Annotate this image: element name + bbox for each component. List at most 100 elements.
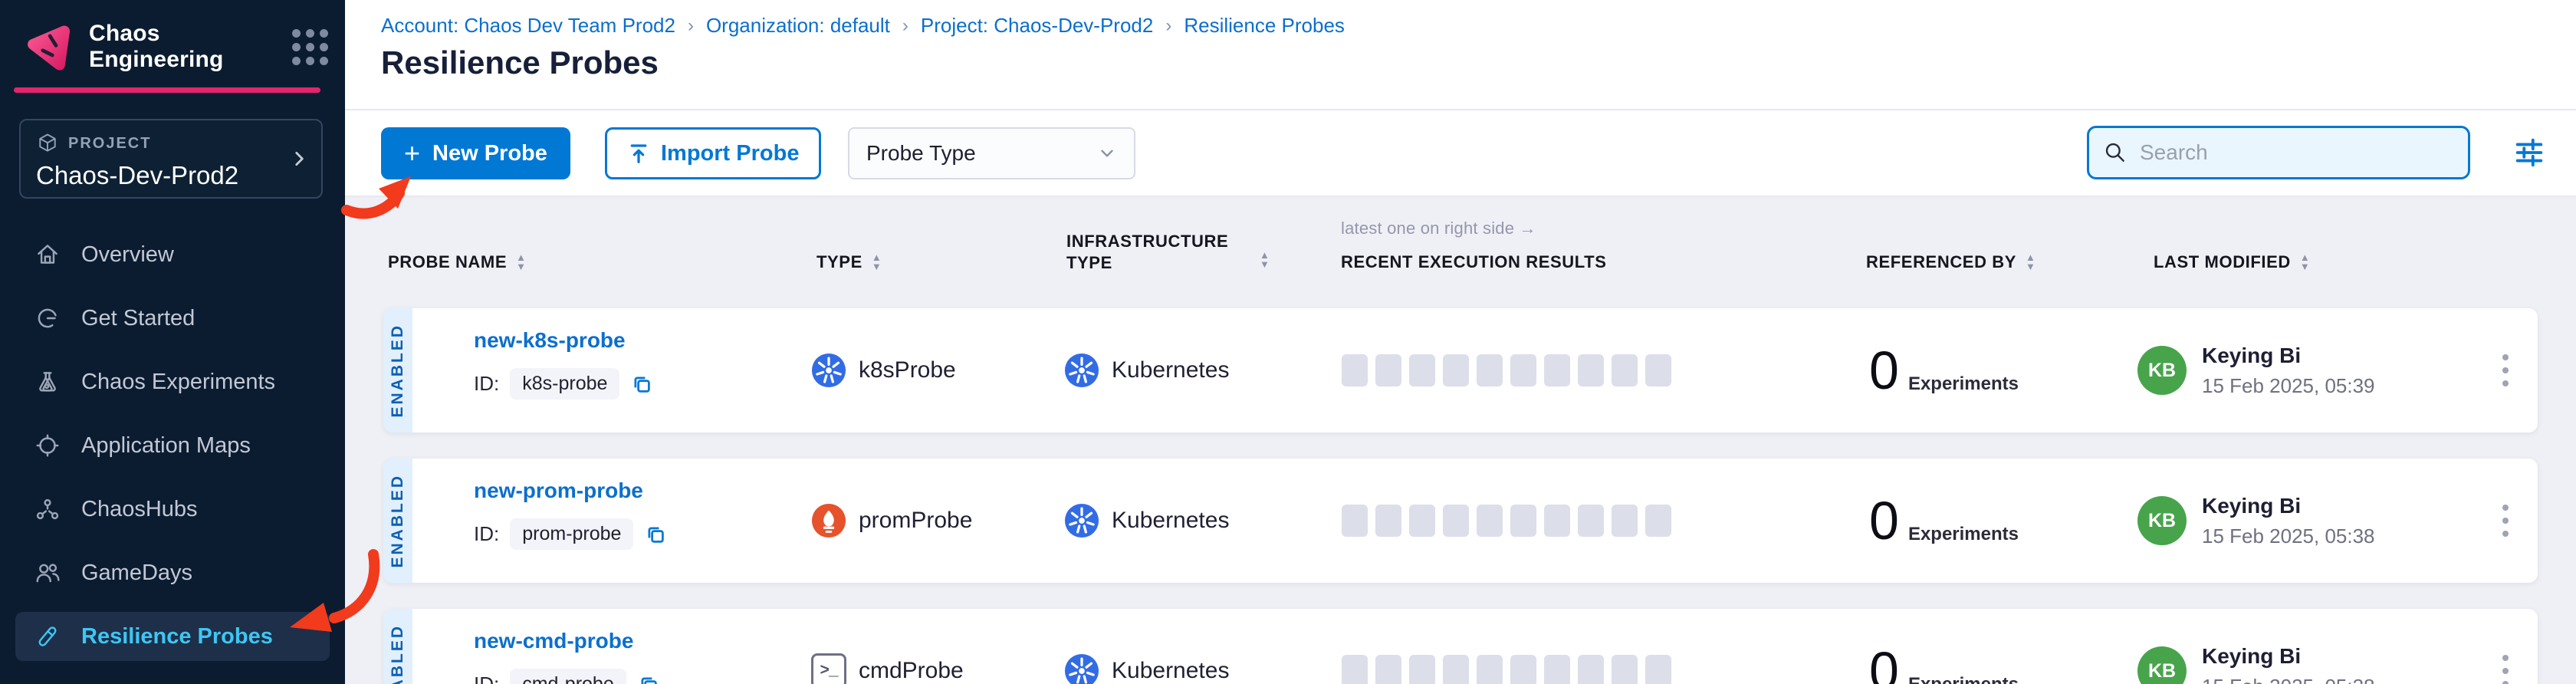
result-placeholder (1645, 354, 1671, 386)
result-placeholder (1612, 354, 1638, 386)
toolbar: + New Probe Import Probe Probe Type (345, 110, 2576, 197)
terminal-icon: >_ (811, 653, 846, 684)
sort-icon: ▲▼ (2026, 253, 2036, 272)
sidebar-item-get-started[interactable]: Get Started (15, 294, 330, 343)
chaos-engineering-app: Chaos Engineering PROJECT Chaos-Dev-Prod… (0, 0, 2576, 684)
column-header-type[interactable]: TYPE▲▼ (816, 252, 882, 272)
probe-row-new-cmd-probe[interactable]: ENABLED new-cmd-probe ID: cmd-probe >_ c… (383, 609, 2538, 684)
sidebar-item-application-maps[interactable]: Application Maps (15, 421, 330, 470)
avatar: KB (2137, 496, 2187, 545)
result-placeholder (1578, 354, 1604, 386)
breadcrumb-current[interactable]: Resilience Probes (1184, 14, 1345, 38)
recent-execution-results (1342, 354, 1671, 386)
search-icon (2103, 140, 2128, 165)
sort-icon: ▲▼ (1260, 251, 1270, 274)
probe-name-link[interactable]: new-k8s-probe (474, 328, 626, 352)
prometheus-icon (811, 503, 846, 538)
sidebar-item-chaoshubs[interactable]: ChaosHubs (15, 485, 330, 534)
column-header-referenced-by[interactable]: REFERENCED BY▲▼ (1866, 252, 2036, 272)
status-badge: ENABLED (383, 609, 412, 684)
chaos-engineering-logo-icon (20, 21, 75, 72)
sort-icon: ▲▼ (516, 253, 526, 272)
project-selector[interactable]: PROJECT Chaos-Dev-Prod2 (19, 119, 323, 199)
breadcrumb-organization[interactable]: Organization: default (706, 14, 890, 38)
column-header-last-modified[interactable]: LAST MODIFIED▲▼ (2154, 252, 2310, 272)
copy-icon[interactable] (637, 673, 660, 684)
kubernetes-icon (1064, 653, 1099, 684)
copy-icon[interactable] (644, 523, 667, 546)
status-badge: ENABLED (383, 308, 412, 432)
brand-accent-line (14, 87, 320, 93)
flask-icon (34, 368, 61, 396)
network-icon (34, 495, 61, 523)
page-header: Account: Chaos Dev Team Prod2 › Organiza… (345, 0, 2576, 110)
referenced-by: 0 Experiments (1869, 609, 2019, 684)
page-title: Resilience Probes (381, 44, 659, 81)
brand-name: Chaos Engineering (89, 21, 278, 73)
row-menu-button[interactable] (2493, 345, 2518, 396)
sidebar-item-gamedays[interactable]: GameDays (15, 548, 330, 597)
referenced-by: 0 Experiments (1869, 308, 2019, 432)
result-placeholder (1477, 354, 1503, 386)
id-label: ID: (474, 372, 499, 396)
project-name: Chaos-Dev-Prod2 (36, 161, 306, 190)
results-annotation: latest one on right side → (1341, 219, 1536, 238)
column-header-probe-name[interactable]: PROBE NAME▲▼ (388, 252, 527, 272)
result-placeholder (1544, 655, 1570, 684)
referenced-by: 0 Experiments (1869, 459, 2019, 583)
search-box (2087, 126, 2470, 179)
probe-id-chip: cmd-probe (510, 669, 626, 684)
kubernetes-icon (811, 353, 846, 388)
column-header-infrastructure-type[interactable]: INFRASTRUCTURE TYPE▲▼ (1066, 231, 1270, 274)
result-placeholder (1510, 655, 1536, 684)
search-input[interactable] (2138, 140, 2454, 166)
result-placeholder (1612, 655, 1638, 684)
result-placeholder (1409, 655, 1435, 684)
probe-type-dropdown[interactable]: Probe Type (848, 127, 1135, 179)
probe-id-chip: k8s-probe (510, 368, 619, 400)
copy-icon[interactable] (630, 373, 653, 396)
status-badge: ENABLED (383, 459, 412, 583)
kubernetes-icon (1064, 503, 1099, 538)
probe-name-link[interactable]: new-cmd-probe (474, 629, 633, 653)
result-placeholder (1544, 505, 1570, 537)
sidebar-item-overview[interactable]: Overview (15, 230, 330, 279)
result-placeholder (1544, 354, 1570, 386)
probe-row-new-prom-probe[interactable]: ENABLED new-prom-probe ID: prom-probe pr… (383, 459, 2538, 583)
result-placeholder (1510, 354, 1536, 386)
home-icon (34, 241, 61, 268)
row-menu-button[interactable] (2493, 495, 2518, 546)
sidebar-item-chaos-experiments[interactable]: Chaos Experiments (15, 357, 330, 406)
result-placeholder (1645, 505, 1671, 537)
avatar: KB (2137, 646, 2187, 684)
sort-icon: ▲▼ (2300, 253, 2310, 272)
result-placeholder (1342, 354, 1368, 386)
probe-row-new-k8s-probe[interactable]: ENABLED new-k8s-probe ID: k8s-probe k8sP… (383, 308, 2538, 432)
breadcrumb-project[interactable]: Project: Chaos-Dev-Prod2 (921, 14, 1153, 38)
sidebar-item-resilience-probes[interactable]: Resilience Probes (15, 612, 330, 661)
probes-table: latest one on right side → PROBE NAME▲▼ … (345, 197, 2576, 684)
test-tube-icon (34, 623, 61, 650)
result-placeholder (1443, 655, 1469, 684)
breadcrumb: Account: Chaos Dev Team Prod2 › Organiza… (381, 14, 1345, 38)
probe-name-link[interactable]: new-prom-probe (474, 478, 643, 502)
import-probe-button[interactable]: Import Probe (605, 127, 821, 179)
result-placeholder (1645, 655, 1671, 684)
breadcrumb-account[interactable]: Account: Chaos Dev Team Prod2 (381, 14, 675, 38)
import-icon (627, 142, 650, 165)
chevron-down-icon (1097, 143, 1117, 163)
sidebar-nav: Overview Get Started Chaos Experiments A… (15, 230, 330, 676)
filter-icon[interactable] (2512, 135, 2547, 170)
new-probe-button[interactable]: + New Probe (381, 127, 570, 179)
recent-execution-results (1342, 505, 1671, 537)
module-grid-icon[interactable] (292, 29, 328, 65)
sort-icon: ▲▼ (872, 253, 882, 272)
last-modified: KB Keying Bi 15 Feb 2025, 05:38 (2137, 609, 2375, 684)
result-placeholder (1342, 505, 1368, 537)
result-placeholder (1477, 655, 1503, 684)
probe-id-chip: prom-probe (510, 518, 633, 550)
row-menu-button[interactable] (2493, 646, 2518, 684)
kubernetes-icon (1064, 353, 1099, 388)
recent-execution-results (1342, 655, 1671, 684)
id-label: ID: (474, 522, 499, 546)
